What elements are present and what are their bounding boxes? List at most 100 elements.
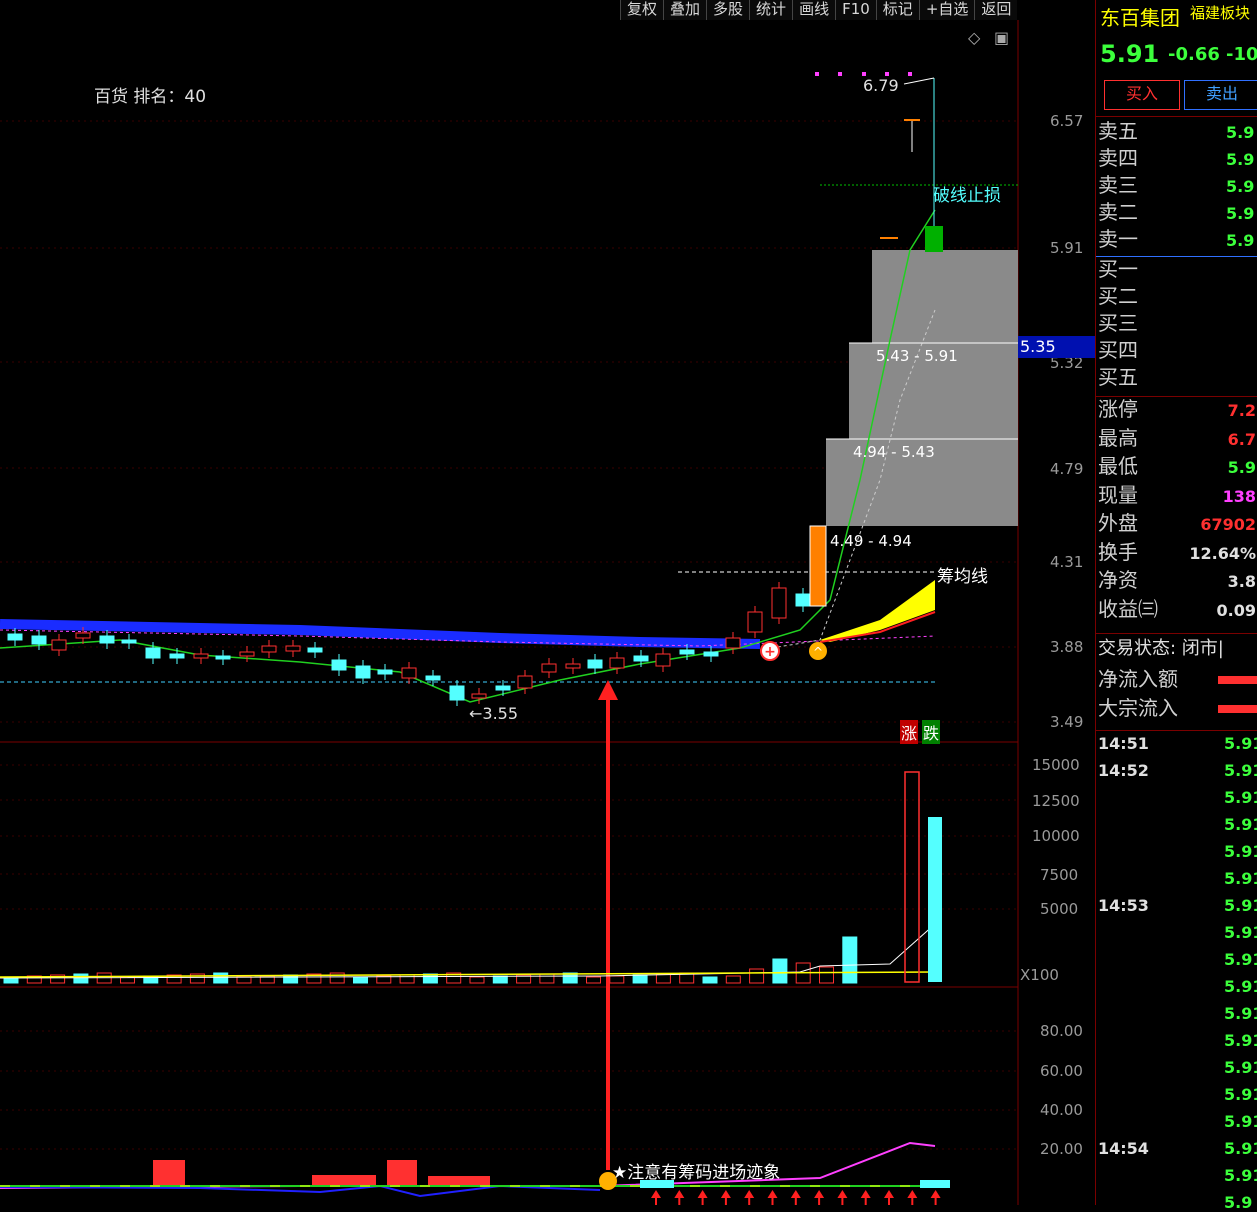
- ask-price[interactable]: 5.9: [1226, 124, 1254, 142]
- volume-bar: [73, 973, 89, 984]
- sell-button[interactable]: 卖出: [1184, 80, 1257, 110]
- diamond-icon[interactable]: ◇: [968, 28, 980, 47]
- volume-unit: X100: [1020, 966, 1059, 984]
- ask-price[interactable]: 5.9: [1226, 232, 1254, 250]
- tick-price: 5.91: [1224, 1085, 1257, 1104]
- high-label: 6.79: [863, 76, 899, 95]
- buy-button[interactable]: 买入: [1104, 80, 1180, 110]
- chip-zone-1: 5.43 - 5.91: [876, 347, 958, 365]
- volume-tick: 7500: [1040, 866, 1079, 884]
- candle-body: [495, 685, 511, 691]
- toolbar-add-watch[interactable]: +自选: [918, 0, 975, 20]
- stat-value: 67902: [1200, 515, 1256, 534]
- candle-body: [771, 587, 787, 619]
- volume-peak: [904, 771, 920, 983]
- price-tick: 4.31: [1050, 553, 1084, 571]
- volume-ma: [0, 923, 936, 979]
- rise-label[interactable]: 涨: [900, 720, 919, 744]
- ask-label: 卖三: [1098, 173, 1138, 197]
- toolbar-draw[interactable]: 画线: [792, 0, 836, 20]
- stat-label: 收益㈢: [1098, 596, 1158, 621]
- candle-body: [747, 611, 763, 633]
- avg-cost-label: 筹均线: [937, 567, 988, 587]
- candle-body: [565, 663, 581, 669]
- tick-price: 5.91: [1224, 1166, 1257, 1185]
- tick-price: 5.91: [1224, 923, 1257, 942]
- toolbar-fuquan[interactable]: 复权: [620, 0, 664, 20]
- kline-chart[interactable]: + ^: [0, 0, 1095, 1205]
- stop-loss-label: 破线止损: [933, 186, 1001, 206]
- tick-price: 5.91: [1224, 788, 1257, 807]
- volume-bar: [749, 968, 765, 984]
- candle-body: [31, 635, 47, 645]
- volume-bar: [609, 975, 625, 984]
- toolbar-stats[interactable]: 统计: [749, 0, 793, 20]
- fall-label[interactable]: 跌: [922, 720, 941, 744]
- sector-name[interactable]: 福建板块: [1190, 2, 1250, 23]
- toolbar-overlay[interactable]: 叠加: [663, 0, 707, 20]
- ask-price[interactable]: 5.9: [1226, 151, 1254, 169]
- price-tick: 6.57: [1050, 112, 1084, 130]
- stat-label: 换手: [1098, 539, 1138, 564]
- volume-bar: [213, 972, 229, 984]
- tick-price: 5.91: [1224, 1058, 1257, 1077]
- tick-price: 5.9: [1224, 1193, 1253, 1212]
- tick-time: 14:52: [1098, 761, 1149, 780]
- tick-price: 5.91: [1224, 1112, 1257, 1131]
- volume-bar: [586, 976, 601, 984]
- candle-body: [471, 693, 487, 699]
- red-arrow-row: [651, 1190, 941, 1205]
- volume-bar: [469, 976, 485, 984]
- candle-body: [679, 649, 695, 655]
- candle-body: [517, 675, 533, 689]
- toolbar-f10[interactable]: F10: [835, 0, 876, 20]
- ask-price[interactable]: 5.9: [1226, 178, 1254, 196]
- candle-body: [239, 651, 255, 657]
- toolbar-multi[interactable]: 多股: [706, 0, 750, 20]
- tick-price: 5.91: [1224, 842, 1257, 861]
- chip-zones: [826, 250, 1018, 526]
- candle-body: [145, 647, 161, 659]
- candle-body: [99, 635, 115, 644]
- candle-body: [609, 657, 625, 669]
- low-label: ←3.55: [469, 704, 519, 723]
- price-change-pct: -10: [1226, 44, 1257, 65]
- candle-body: [285, 645, 301, 652]
- volume-bar: [819, 966, 834, 984]
- volume-last: [928, 817, 942, 982]
- stat-value: 12.64%: [1189, 543, 1256, 563]
- volume-bar: [655, 973, 671, 984]
- stat-value: 7.2: [1227, 401, 1256, 420]
- candle-body: [425, 675, 441, 681]
- toolbar-mark[interactable]: 标记: [875, 0, 919, 20]
- volume-bar: [842, 936, 858, 984]
- tick-time: 14:53: [1098, 896, 1149, 915]
- svg-text:+: +: [764, 644, 776, 660]
- bid-label: 买五: [1098, 365, 1138, 389]
- chip-notice: ★注意有筹码进场迹象: [612, 1163, 781, 1183]
- stat-label: 外盘: [1098, 511, 1138, 535]
- ask-label: 卖一: [1098, 227, 1138, 251]
- candle-body: [587, 659, 603, 669]
- candle-body: [307, 647, 323, 653]
- flow-bar: [1218, 676, 1257, 684]
- window-icon[interactable]: ▣: [994, 28, 1009, 47]
- current-price-tag: 5.35: [1018, 336, 1096, 358]
- candle-body: [7, 633, 23, 641]
- bid-label: 买四: [1098, 338, 1138, 362]
- tick-price: 5.91: [1224, 1139, 1257, 1158]
- candle-body: [703, 651, 719, 657]
- stat-label: 净资: [1098, 568, 1138, 592]
- ask-price[interactable]: 5.9: [1226, 205, 1254, 223]
- candle-body: [655, 653, 671, 667]
- stat-value: 6.7: [1227, 429, 1256, 449]
- toolbar-back[interactable]: 返回: [974, 0, 1018, 20]
- price-tick: 5.91: [1050, 239, 1084, 257]
- volume-bar: [492, 975, 508, 984]
- tick-time: 14:51: [1098, 734, 1149, 753]
- quote-panel: 东百集团 福建板块 5.91 -0.66 -10 买入 卖出 卖五 5.9 卖四 5.…: [1095, 0, 1257, 1212]
- candle-body: [449, 685, 465, 701]
- stat-label: 涨停: [1098, 397, 1138, 421]
- volume-tick: 15000: [1032, 756, 1080, 774]
- indicator-bars: [153, 1160, 490, 1186]
